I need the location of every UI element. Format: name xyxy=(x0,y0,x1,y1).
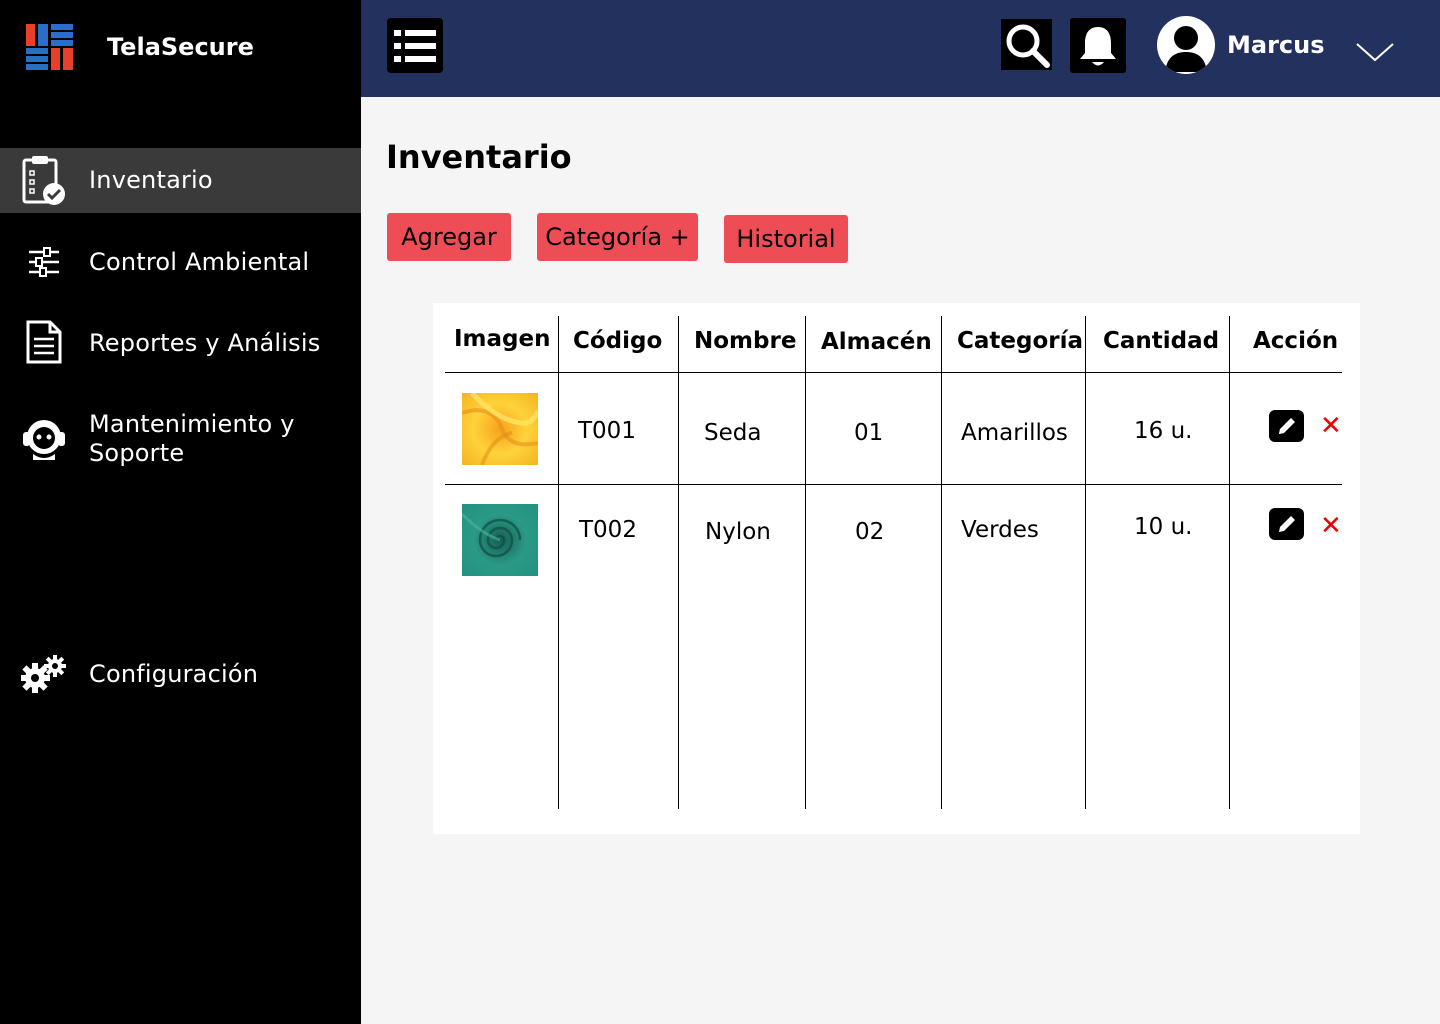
gears-icon xyxy=(20,650,68,698)
row-divider xyxy=(445,372,1342,373)
cell-quantity: 16 u. xyxy=(1134,418,1193,444)
column-divider xyxy=(558,316,559,809)
cell-code: T001 xyxy=(578,418,636,444)
sidebar-item-inventario[interactable]: Inventario xyxy=(0,148,361,213)
sidebar-item-reportes[interactable]: Reportes y Análisis xyxy=(0,318,361,368)
chevron-down-icon[interactable] xyxy=(1355,40,1395,64)
brand[interactable]: TelaSecure xyxy=(26,24,254,70)
column-header-categoria[interactable]: Categoría xyxy=(957,328,1083,354)
user-name[interactable]: Marcus xyxy=(1227,31,1325,59)
sidebar-item-label: Configuración xyxy=(89,659,259,688)
add-category-button[interactable]: Categoría + xyxy=(537,213,698,261)
delete-icon[interactable]: ✕ xyxy=(1320,512,1342,538)
bell-icon[interactable] xyxy=(1070,18,1126,73)
cell-name: Nylon xyxy=(705,519,771,545)
green-nylon-fabric-image xyxy=(460,504,538,576)
clipboard-check-icon xyxy=(20,156,68,205)
column-header-nombre[interactable]: Nombre xyxy=(694,328,796,354)
inventory-table xyxy=(433,303,1360,834)
user-avatar-icon[interactable] xyxy=(1157,16,1215,74)
cell-category: Verdes xyxy=(961,517,1039,543)
support-agent-icon xyxy=(20,414,68,462)
menu-list-icon[interactable] xyxy=(387,18,443,73)
column-divider xyxy=(678,316,679,809)
row-divider xyxy=(445,484,1342,485)
sidebar-item-label: Control Ambiental xyxy=(89,247,310,276)
sidebar-item-label-line2: Soporte xyxy=(89,439,185,467)
delete-icon[interactable]: ✕ xyxy=(1320,412,1342,438)
sidebar-item-label-line1: Mantenimiento y xyxy=(89,410,295,438)
column-header-codigo[interactable]: Código xyxy=(573,328,662,354)
sidebar-item-label: Mantenimiento y Soporte xyxy=(89,410,295,468)
cell-code: T002 xyxy=(579,517,637,543)
column-divider xyxy=(805,316,806,809)
cell-category: Amarillos xyxy=(961,420,1068,446)
column-header-accion: Acción xyxy=(1253,328,1339,354)
cell-warehouse: 02 xyxy=(855,519,885,545)
cell-name: Seda xyxy=(704,420,762,446)
edit-icon[interactable] xyxy=(1269,410,1304,442)
sidebar-item-control-ambiental[interactable]: Control Ambiental xyxy=(0,238,361,286)
cell-warehouse: 01 xyxy=(854,420,884,446)
document-icon xyxy=(20,318,68,366)
add-button[interactable]: Agregar xyxy=(387,213,511,261)
yellow-silk-fabric-image xyxy=(461,391,541,466)
column-divider xyxy=(941,316,942,809)
telasecure-logo-icon xyxy=(26,24,74,70)
history-button[interactable]: Historial xyxy=(724,215,848,263)
brand-name: TelaSecure xyxy=(107,33,254,61)
search-icon[interactable] xyxy=(1001,19,1052,70)
sidebar-item-mantenimiento[interactable]: Mantenimiento y Soporte xyxy=(0,406,361,470)
cell-quantity: 10 u. xyxy=(1134,514,1193,540)
column-divider xyxy=(1085,316,1086,809)
edit-icon[interactable] xyxy=(1269,508,1304,540)
sidebar-item-label: Reportes y Análisis xyxy=(89,328,321,357)
column-header-imagen[interactable]: Imagen xyxy=(454,326,550,352)
page-title: Inventario xyxy=(386,138,572,176)
sidebar-item-label: Inventario xyxy=(89,166,213,194)
column-header-cantidad[interactable]: Cantidad xyxy=(1103,328,1219,354)
column-header-almacen[interactable]: Almacén xyxy=(821,329,932,355)
sliders-icon xyxy=(20,238,68,286)
sidebar: TelaSecure Inventario Control Ambiental … xyxy=(0,0,361,1024)
sidebar-item-configuracion[interactable]: Configuración xyxy=(0,650,361,698)
topbar: Marcus xyxy=(361,0,1440,97)
column-divider xyxy=(1229,316,1230,809)
